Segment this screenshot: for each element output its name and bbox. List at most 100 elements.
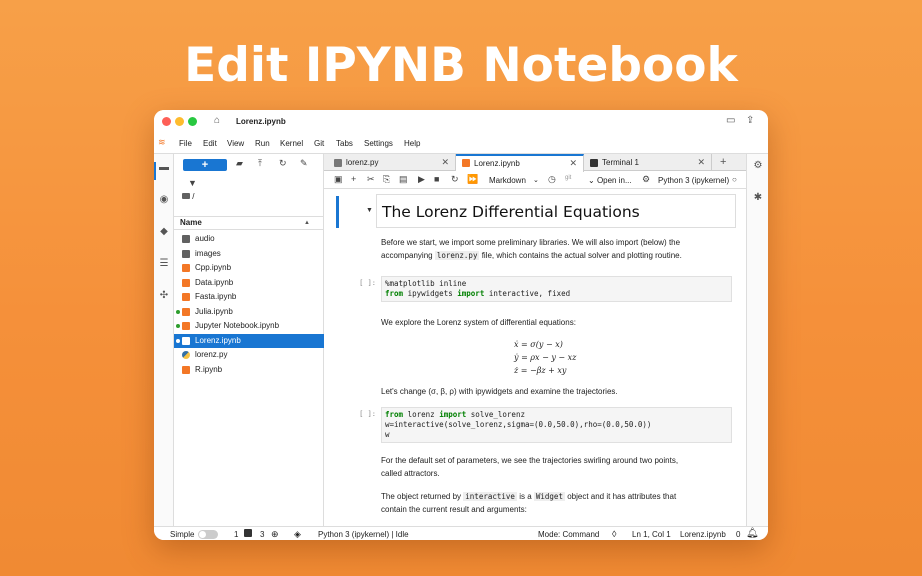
menu-help[interactable]: Help bbox=[404, 139, 420, 148]
paste-icon[interactable]: ▤ bbox=[399, 174, 408, 185]
menu-kernel[interactable]: Kernel bbox=[280, 139, 303, 148]
folder-icon[interactable]: ▭ bbox=[726, 115, 735, 126]
zoom-window-button[interactable] bbox=[188, 117, 197, 126]
filter-icon[interactable]: ▼ bbox=[188, 178, 197, 188]
code-cell-2[interactable]: from lorenz import solve_lorenz w=intera… bbox=[381, 407, 732, 443]
clock-icon[interactable]: ◷ bbox=[548, 174, 556, 185]
intro-markdown[interactable]: Before we start, we import some prelimin… bbox=[381, 236, 736, 262]
refresh-icon[interactable]: ↻ bbox=[279, 158, 287, 169]
upload-icon[interactable]: ⤒ bbox=[258, 158, 262, 169]
settings-gear-icon[interactable]: ⚙ bbox=[642, 174, 650, 185]
rail-active-indicator bbox=[154, 162, 156, 180]
file-row[interactable]: Cpp.ipynb bbox=[174, 261, 324, 275]
fast-forward-icon[interactable]: ⏩ bbox=[467, 174, 478, 185]
extensions-icon[interactable]: ✣ bbox=[157, 290, 171, 301]
tab-terminal-1[interactable]: Terminal 1 ✕ bbox=[584, 154, 712, 171]
file-row[interactable]: Julia.ipynb bbox=[174, 305, 324, 319]
explore-markdown[interactable]: We explore the Lorenz system of differen… bbox=[381, 316, 736, 329]
cell-type-select[interactable]: Markdown bbox=[489, 176, 526, 185]
file-row[interactable]: audio bbox=[174, 232, 324, 246]
close-tab-icon[interactable]: ✕ bbox=[441, 154, 449, 171]
sort-ascending-icon[interactable]: ▲ bbox=[304, 217, 310, 229]
git-label[interactable]: git bbox=[565, 175, 571, 181]
heading-cell[interactable]: The Lorenz Differential Equations bbox=[376, 194, 736, 228]
save-icon[interactable]: ▣ bbox=[334, 174, 343, 185]
collapse-heading-icon[interactable]: ▼ bbox=[366, 207, 373, 214]
stop-icon[interactable]: ■ bbox=[434, 174, 439, 184]
open-in-menu[interactable]: ⌄ Open in... bbox=[588, 176, 632, 185]
menu-edit[interactable]: Edit bbox=[203, 139, 217, 148]
tab-bar: lorenz.py ✕ Lorenz.ipynb ✕ Terminal 1 ✕ … bbox=[324, 154, 746, 172]
running-kernels-icon[interactable]: ◉ bbox=[157, 194, 171, 205]
home-icon[interactable]: ⌂ bbox=[214, 115, 220, 126]
file-row[interactable]: Data.ipynb bbox=[174, 276, 324, 290]
breadcrumb-path[interactable]: / bbox=[192, 192, 194, 201]
menu-file[interactable]: File bbox=[179, 139, 192, 148]
shield-icon[interactable]: ◊ bbox=[612, 529, 616, 539]
table-of-contents-icon[interactable]: ☰ bbox=[157, 258, 171, 269]
code-text: lorenz bbox=[403, 410, 440, 419]
globe-icon[interactable]: ⊕ bbox=[271, 529, 279, 540]
intro-line-1: Before we start, we import some prelimin… bbox=[381, 238, 681, 247]
file-row[interactable]: Jupyter Notebook.ipynb bbox=[174, 319, 324, 333]
cut-icon[interactable]: ✂ bbox=[367, 174, 375, 185]
file-row[interactable]: Lorenz.ipynb bbox=[174, 333, 324, 348]
git-icon[interactable]: ◆ bbox=[157, 226, 171, 237]
share-icon[interactable]: ⇪ bbox=[746, 115, 754, 126]
cell-prompt: [ ]: bbox=[359, 410, 376, 418]
close-tab-icon[interactable]: ✕ bbox=[697, 154, 705, 171]
equation-x: ẋ = σ(y − x) bbox=[514, 340, 563, 349]
simple-mode-toggle[interactable] bbox=[198, 530, 218, 539]
notebook-icon bbox=[462, 159, 470, 167]
kernel-status[interactable]: Python 3 (ipykernel) | Idle bbox=[318, 530, 409, 539]
file-name: Lorenz.ipynb bbox=[195, 335, 241, 345]
terminal-count[interactable]: 3 bbox=[260, 530, 264, 539]
window-title: Lorenz.ipynb bbox=[236, 117, 286, 126]
equation-y: ẏ = ρx − y − xz bbox=[514, 353, 577, 362]
run-icon[interactable]: ▶ bbox=[418, 174, 425, 185]
menu-settings[interactable]: Settings bbox=[364, 139, 393, 148]
property-inspector-icon[interactable]: ⚙ bbox=[751, 160, 765, 171]
git-clone-icon[interactable]: ✎ bbox=[300, 158, 308, 169]
name-column-header[interactable]: Name ▲ bbox=[174, 216, 324, 230]
folder-root-icon[interactable] bbox=[182, 193, 190, 199]
copy-icon[interactable]: ⎘ bbox=[383, 174, 390, 185]
chevron-down-icon[interactable]: ⌄ bbox=[533, 176, 539, 184]
git-branch-icon[interactable]: ◈ bbox=[294, 529, 301, 540]
kernel-count[interactable]: 1 bbox=[234, 530, 238, 539]
jupyter-window: ⌂ Lorenz.ipynb ▭ ⇪ ≋ File Edit View Run … bbox=[154, 110, 768, 540]
minimize-window-button[interactable] bbox=[175, 117, 184, 126]
menu-tabs[interactable]: Tabs bbox=[336, 139, 353, 148]
code-line: w bbox=[385, 430, 390, 439]
close-tab-icon[interactable]: ✕ bbox=[569, 156, 577, 171]
insert-cell-icon[interactable]: + bbox=[351, 174, 356, 184]
file-browser-icon[interactable]: ▬ bbox=[157, 162, 171, 173]
close-window-button[interactable] bbox=[162, 117, 171, 126]
menu-git[interactable]: Git bbox=[314, 139, 324, 148]
tab-lorenz-ipynb[interactable]: Lorenz.ipynb ✕ bbox=[456, 154, 584, 172]
cursor-position[interactable]: Ln 1, Col 1 bbox=[632, 530, 671, 539]
new-folder-icon[interactable]: ▰ bbox=[236, 158, 243, 169]
new-launcher-button[interactable]: + bbox=[183, 159, 227, 171]
bell-icon[interactable]: 🔔︎ bbox=[746, 528, 759, 539]
file-row[interactable]: lorenz.py bbox=[174, 348, 324, 362]
change-markdown[interactable]: Let's change (σ, β, ρ) with ipywidgets a… bbox=[381, 385, 736, 398]
tab-lorenz-py[interactable]: lorenz.py ✕ bbox=[328, 154, 456, 171]
object-text: is a bbox=[519, 492, 532, 501]
kernel-name[interactable]: Python 3 (ipykernel) bbox=[658, 176, 729, 185]
default-markdown[interactable]: For the default set of parameters, we se… bbox=[381, 454, 736, 480]
file-row[interactable]: R.ipynb bbox=[174, 363, 324, 377]
debugger-icon[interactable]: ✱ bbox=[751, 192, 765, 203]
code-line: w=interactive(solve_lorenz,sigma=(0.0,50… bbox=[385, 420, 652, 429]
menu-view[interactable]: View bbox=[227, 139, 244, 148]
menu-run[interactable]: Run bbox=[255, 139, 270, 148]
restart-icon[interactable]: ↻ bbox=[451, 174, 459, 185]
object-text: object and it has attributes that bbox=[567, 492, 677, 501]
file-row[interactable]: Fasta.ipynb bbox=[174, 290, 324, 304]
file-name: images bbox=[195, 248, 221, 258]
code-cell-1[interactable]: %matplotlib inline from ipywidgets impor… bbox=[381, 276, 732, 302]
inline-code: lorenz.py bbox=[434, 251, 480, 260]
new-tab-icon[interactable]: + bbox=[720, 156, 726, 168]
file-row[interactable]: images bbox=[174, 247, 324, 261]
object-markdown[interactable]: The object returned by interactive is a … bbox=[381, 490, 736, 516]
